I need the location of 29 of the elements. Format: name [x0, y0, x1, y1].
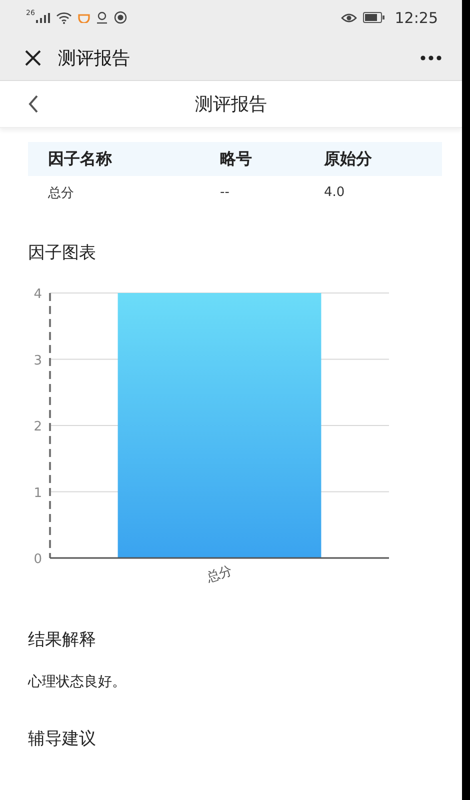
battery-icon: [362, 12, 385, 23]
column-header: 因子名称: [48, 148, 113, 170]
axis-tick-label: 1: [34, 486, 42, 501]
axis-tick-label: 4: [34, 287, 42, 302]
eye-icon: [340, 12, 357, 24]
axis-tick-label: 3: [34, 353, 42, 368]
clock-time: 12:25: [394, 8, 438, 26]
close-icon[interactable]: [24, 48, 42, 66]
more-icon[interactable]: [420, 54, 442, 60]
target-icon: [114, 11, 127, 24]
section-title: 结果解释: [28, 629, 97, 651]
wifi-icon: [56, 12, 72, 24]
axis-category-label: 总分: [204, 563, 234, 586]
location-icon: [96, 11, 108, 24]
cup-icon: [78, 12, 90, 22]
axis-tick-label: 0: [34, 552, 42, 567]
section-title: 辅导建议: [28, 728, 97, 750]
column-header: 原始分: [324, 148, 373, 170]
table-cell-text: --: [220, 185, 230, 200]
column-header: 略号: [220, 148, 253, 170]
section-title: 因子图表: [28, 242, 97, 264]
section-text: 心理状态良好。: [28, 673, 127, 691]
table-cell-text: 4.0: [324, 185, 346, 200]
page-title: 测评报告: [195, 93, 267, 116]
nav-title: 测评报告: [58, 46, 130, 70]
table-cell-text: 总分: [48, 184, 75, 202]
back-icon[interactable]: [28, 95, 38, 113]
axis-tick-label: 2: [34, 420, 42, 434]
signal-icon: [36, 12, 50, 22]
